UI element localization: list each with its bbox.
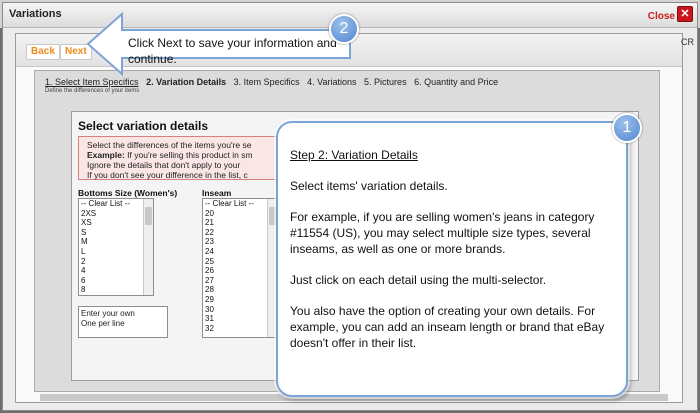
info-example-text: If you're selling this product in sm [127, 150, 253, 160]
list-scrollbar[interactable] [143, 199, 153, 295]
callout-heading: Step 2: Variation Details [290, 148, 418, 162]
list-item[interactable]: 4 [79, 266, 153, 276]
info-example-label: Example: [87, 150, 125, 160]
step-item-specifics: 3. Item Specifics [233, 77, 300, 87]
custom-values-textarea[interactable]: Enter your own One per line [78, 306, 168, 338]
list-item[interactable]: 32 [203, 324, 277, 334]
list-item[interactable]: XS [79, 218, 153, 228]
bottoms-size-label: Bottoms Size (Women's) [78, 188, 178, 198]
scroll-thumb[interactable] [269, 207, 276, 225]
callout-2-text: Click Next to save your information and … [128, 36, 337, 66]
textarea-line: One per line [81, 319, 125, 328]
step-quantity-price: 6. Quantity and Price [414, 77, 499, 87]
close-icon[interactable]: ✕ [677, 6, 693, 22]
list-item[interactable]: 25 [203, 257, 277, 267]
textarea-line: Enter your own [81, 309, 135, 318]
step-badge-2: 2 [329, 14, 359, 44]
list-item[interactable]: 31 [203, 314, 277, 324]
list-item[interactable]: L [79, 247, 153, 257]
step-badge-1: 1 [612, 113, 642, 143]
list-item[interactable]: 22 [203, 228, 277, 238]
list-item[interactable]: 24 [203, 247, 277, 257]
back-button[interactable]: Back [26, 44, 60, 60]
list-item[interactable]: M [79, 237, 153, 247]
dialog-title: Variations [9, 8, 62, 20]
list-item[interactable]: 29 [203, 295, 277, 305]
close-link[interactable]: Close [648, 11, 675, 22]
list-item[interactable]: 23 [203, 237, 277, 247]
callout-paragraph: For example, if you are selling women's … [290, 210, 595, 256]
step-pictures: 5. Pictures [364, 77, 407, 87]
list-item[interactable]: S [79, 228, 153, 238]
list-item[interactable]: 27 [203, 276, 277, 286]
callout-paragraph: You also have the option of creating you… [290, 304, 605, 350]
step-breadcrumb: 1. Select Item Specifics 2. Variation De… [45, 77, 503, 87]
cr-text: CR [681, 37, 694, 47]
callout-paragraph: Select items' variation details. [290, 179, 448, 193]
list-item[interactable]: -- Clear List -- [203, 199, 277, 209]
list-item[interactable]: 6 [79, 276, 153, 286]
scroll-thumb[interactable] [145, 207, 152, 225]
step-subtitle: Define the differences of your items [45, 88, 140, 94]
callout-1: Step 2: Variation Details Select items' … [276, 121, 628, 397]
list-item[interactable]: 2 [79, 257, 153, 267]
callout-paragraph: Just click on each detail using the mult… [290, 273, 547, 287]
step-select-item-specifics[interactable]: 1. Select Item Specifics [45, 77, 139, 87]
form-title: Select variation details [78, 119, 209, 133]
list-item[interactable]: 8 [79, 285, 153, 295]
step-variation-details: 2. Variation Details [146, 77, 227, 87]
list-item[interactable]: -- Clear List -- [79, 199, 153, 209]
step-variations: 4. Variations [307, 77, 357, 87]
list-item[interactable]: 30 [203, 305, 277, 315]
bottoms-size-list[interactable]: -- Clear List -- 2XS XS S M L 2 4 6 8 [78, 198, 154, 296]
list-item[interactable]: 21 [203, 218, 277, 228]
inseam-label: Inseam [202, 188, 232, 198]
list-item[interactable]: 26 [203, 266, 277, 276]
list-item[interactable]: 28 [203, 285, 277, 295]
list-item[interactable]: 20 [203, 209, 277, 219]
list-item[interactable]: 2XS [79, 209, 153, 219]
inseam-list[interactable]: -- Clear List -- 20 21 22 23 24 25 26 27… [202, 198, 278, 338]
